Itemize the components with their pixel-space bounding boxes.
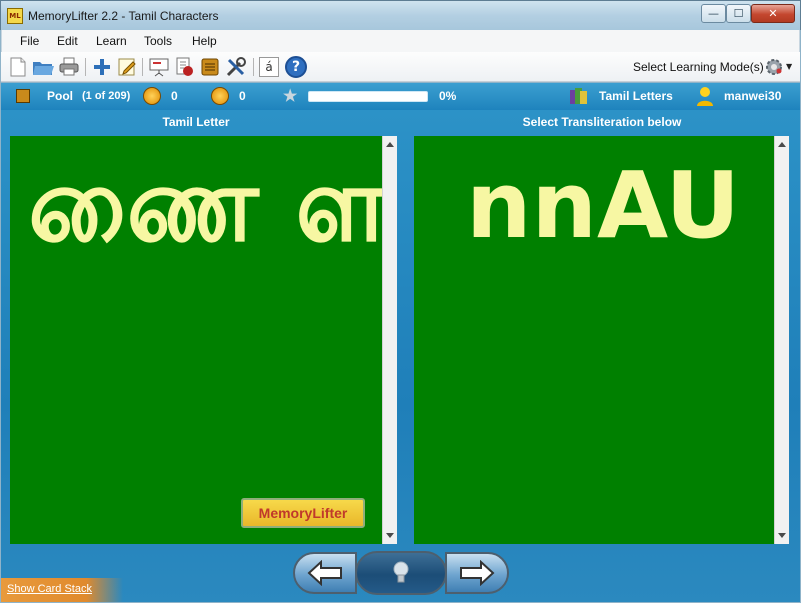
new-document-icon[interactable]: [7, 56, 29, 78]
smiley-sad-icon: [211, 87, 229, 105]
memorylifter-logo: MemoryLifter: [241, 498, 365, 528]
show-card-stack-link[interactable]: Show Card Stack: [1, 578, 123, 602]
add-card-icon[interactable]: [91, 56, 113, 78]
title-bar: ML MemoryLifter 2.2 - Tamil Characters —…: [0, 0, 801, 30]
help-icon[interactable]: ?: [285, 56, 307, 78]
user-name[interactable]: manwei30: [724, 89, 781, 103]
toolbar-separator: [85, 58, 86, 76]
maximize-button[interactable]: ☐: [726, 4, 751, 23]
edit-card-icon[interactable]: [116, 56, 138, 78]
app-icon: ML: [7, 8, 23, 24]
toolbar-separator: [253, 58, 254, 76]
question-scrollbar[interactable]: [382, 136, 397, 544]
menu-tools[interactable]: Tools: [144, 34, 172, 48]
card-box-icon: [16, 89, 30, 103]
star-icon: ★: [283, 88, 298, 105]
menu-learn[interactable]: Learn: [96, 34, 127, 48]
lightbulb-icon: [393, 561, 409, 583]
right-count: 0: [171, 89, 178, 103]
progress-label: 0%: [439, 89, 457, 103]
scroll-up-icon[interactable]: [778, 142, 786, 147]
pool-label: Pool: [47, 89, 73, 103]
tools-icon[interactable]: [225, 56, 247, 78]
answer-text: nnAU: [466, 152, 741, 259]
presentation-icon[interactable]: [148, 56, 170, 78]
learning-mode-label[interactable]: Select Learning Mode(s): [633, 60, 764, 74]
toolbar: á ? Select Learning Mode(s) ▼: [1, 52, 800, 82]
arrow-left-icon: [307, 560, 342, 586]
toolbar-separator: [142, 58, 143, 76]
dictionary-name[interactable]: Tamil Letters: [599, 89, 673, 103]
status-bar: Pool (1 of 209) 0 0 ★ 0% Tamil Letters m…: [1, 83, 800, 110]
card-box-icon[interactable]: [199, 56, 221, 78]
wrong-count: 0: [239, 89, 246, 103]
menu-file[interactable]: File: [20, 34, 39, 48]
print-icon[interactable]: [58, 56, 80, 78]
answer-panel[interactable]: nnAU: [414, 136, 774, 544]
answer-scrollbar[interactable]: [774, 136, 789, 544]
smiley-happy-icon: [143, 87, 161, 105]
menu-bar: File Edit Learn Tools Help: [1, 30, 800, 52]
user-icon: [696, 86, 714, 106]
next-button[interactable]: [445, 552, 509, 594]
arrow-right-icon: [460, 560, 495, 586]
progress-bar: [308, 91, 428, 102]
pool-count: (1 of 209): [82, 90, 131, 102]
show-card-stack-label[interactable]: Show Card Stack: [7, 583, 92, 595]
menu-help[interactable]: Help: [192, 34, 217, 48]
special-char-icon[interactable]: á: [259, 57, 279, 77]
scroll-down-icon[interactable]: [778, 533, 786, 538]
question-panel: ணை ள MemoryLifter: [10, 136, 382, 544]
learning-area: Tamil Letter Select Transliteration belo…: [1, 110, 800, 602]
scroll-down-icon[interactable]: [386, 533, 394, 538]
books-icon: [569, 87, 589, 105]
window-title: MemoryLifter 2.2 - Tamil Characters: [28, 9, 219, 23]
statistics-icon[interactable]: [173, 56, 195, 78]
gear-icon[interactable]: [764, 57, 784, 77]
question-heading: Tamil Letter: [162, 115, 230, 129]
previous-button[interactable]: [293, 552, 357, 594]
minimize-button[interactable]: —: [701, 4, 726, 23]
open-folder-icon[interactable]: [32, 56, 54, 78]
answer-heading: Select Transliteration below: [522, 115, 682, 129]
scroll-up-icon[interactable]: [386, 142, 394, 147]
menu-edit[interactable]: Edit: [57, 34, 78, 48]
chevron-down-icon[interactable]: ▼: [786, 62, 792, 71]
close-button[interactable]: ✕: [751, 4, 795, 23]
hint-button[interactable]: [355, 551, 447, 595]
question-text: ணை ள: [28, 143, 382, 265]
